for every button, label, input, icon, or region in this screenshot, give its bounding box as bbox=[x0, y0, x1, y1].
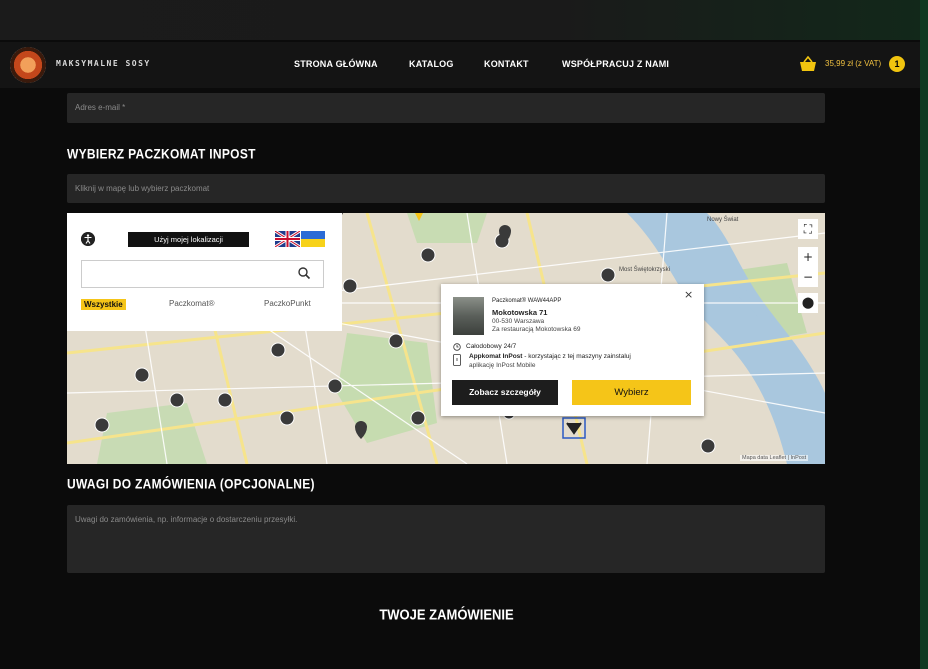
paczkomat-popup: × Paczkomat® WAW44APP Mokotowska 71 00-5… bbox=[441, 284, 704, 416]
close-icon[interactable]: × bbox=[684, 288, 693, 301]
locate-me-icon[interactable]: ⬤ bbox=[798, 293, 818, 313]
choose-button[interactable]: Wybierz bbox=[572, 380, 691, 405]
nav-home[interactable]: STRONA GŁÓWNA bbox=[294, 59, 378, 69]
popup-location: Za restauracją Mokotowska 69 bbox=[492, 326, 581, 333]
use-my-location-button[interactable]: Użyj mojej lokalizacji bbox=[128, 232, 249, 247]
filter-paczkomat[interactable]: Paczkomat® bbox=[169, 299, 214, 308]
right-edge bbox=[920, 0, 928, 669]
search-icon[interactable] bbox=[297, 266, 311, 280]
popup-type: Paczkomat® WAW44APP bbox=[492, 298, 562, 304]
cart-count-badge[interactable]: 1 bbox=[889, 56, 905, 72]
notes-heading: UWAGI DO ZAMÓWIENIA (OPCJONALNE) bbox=[67, 476, 315, 493]
paczkomat-photo bbox=[453, 297, 484, 335]
flag-ua-icon[interactable] bbox=[301, 231, 325, 247]
cart-icon[interactable] bbox=[799, 56, 817, 72]
popup-address: 00-530 Warszawa bbox=[492, 318, 545, 325]
filter-all[interactable]: Wszystkie bbox=[81, 299, 126, 310]
see-details-button[interactable]: Zobacz szczegóły bbox=[452, 380, 558, 405]
map-label-district: Most Świętokrzyski bbox=[619, 265, 670, 273]
popup-name: Mokotowska 71 bbox=[492, 308, 548, 317]
logo-text[interactable]: MAKSYMALNE SOSY bbox=[56, 59, 151, 68]
map-attribution[interactable]: Mapa data Leaflet | InPost bbox=[740, 455, 809, 461]
nav-contact[interactable]: KONTAKT bbox=[484, 59, 529, 69]
svg-text:Nowy Świat: Nowy Świat bbox=[707, 215, 739, 223]
logo[interactable] bbox=[10, 47, 46, 83]
cart-total[interactable]: 35,99 zł (z VAT) bbox=[825, 59, 881, 68]
order-heading: TWOJE ZAMÓWIENIE bbox=[379, 605, 514, 624]
paczkomat-field[interactable]: Kliknij w mapę lub wybierz paczkomat bbox=[67, 174, 825, 203]
phone-icon bbox=[453, 354, 461, 366]
nav-catalog[interactable]: KATALOG bbox=[409, 59, 454, 69]
accessibility-icon[interactable] bbox=[81, 232, 95, 246]
fullscreen-icon[interactable]: ⛶ bbox=[798, 219, 818, 239]
point-search-input[interactable] bbox=[81, 260, 324, 288]
popup-app-info: Appkomat InPost - korzystając z tej masz… bbox=[469, 353, 631, 360]
notes-textarea[interactable]: Uwagi do zamówienia, np. informacje o do… bbox=[67, 505, 825, 573]
top-strip bbox=[0, 0, 928, 40]
popup-app-desc: aplikację InPost Mobile bbox=[469, 362, 536, 369]
paczkomat-heading: WYBIERZ PACZKOMAT INPOST bbox=[67, 146, 256, 163]
email-field[interactable]: Adres e-mail * bbox=[67, 93, 825, 123]
site-header: MAKSYMALNE SOSY STRONA GŁÓWNA KATALOG KO… bbox=[0, 42, 920, 88]
zoom-out-button[interactable]: − bbox=[798, 267, 818, 287]
popup-hours: Całodobowy 24/7 bbox=[466, 343, 517, 350]
nav-cooperate[interactable]: WSPÓŁPRACUJ Z NAMI bbox=[562, 59, 669, 69]
page: MAKSYMALNE SOSY STRONA GŁÓWNA KATALOG KO… bbox=[0, 0, 928, 669]
flag-uk-icon[interactable] bbox=[275, 231, 300, 247]
filter-paczkopunkt[interactable]: PaczkoPunkt bbox=[264, 299, 311, 308]
clock-icon bbox=[453, 343, 461, 351]
map-search-panel: Użyj mojej lokalizacji Wszystkie Paczkom… bbox=[67, 213, 342, 331]
zoom-in-button[interactable]: + bbox=[798, 247, 818, 267]
